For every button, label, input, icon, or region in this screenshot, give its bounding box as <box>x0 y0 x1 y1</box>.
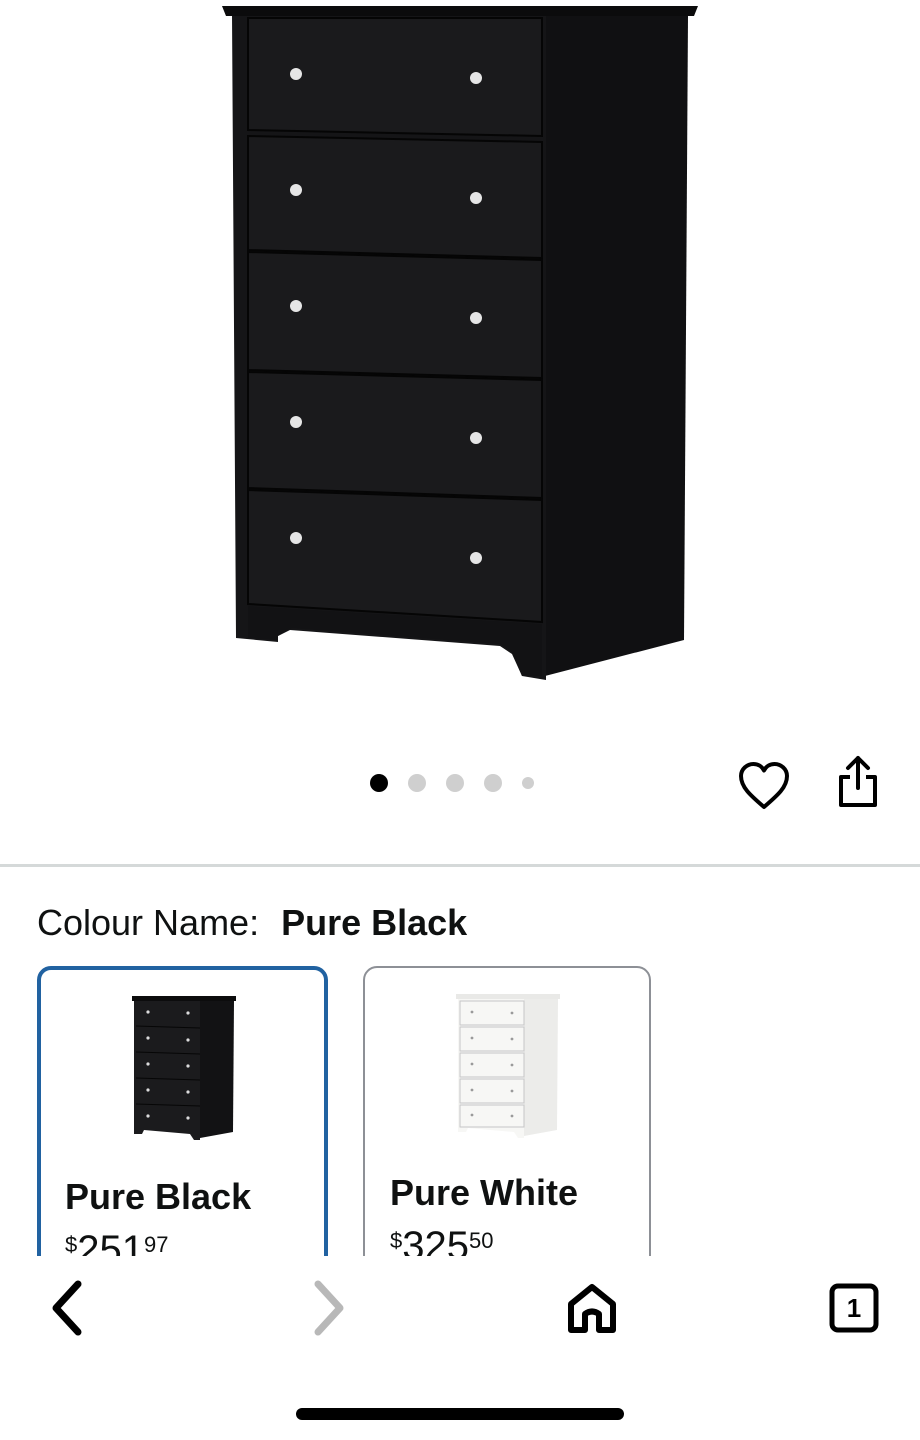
colour-name-label: Colour Name: <box>37 902 260 943</box>
chevron-left-icon <box>52 1280 82 1336</box>
share-icon <box>839 756 877 807</box>
swatch-name: Pure White <box>390 1172 579 1213</box>
carousel-dot[interactable] <box>408 774 426 792</box>
share-button[interactable] <box>828 752 888 812</box>
dresser-illustration <box>222 6 698 680</box>
dresser-thumbnail-black <box>131 996 236 1140</box>
price-fraction: 50 <box>469 1228 494 1253</box>
swatch-price: $25197 <box>65 1228 168 1256</box>
colour-swatch-list: Pure Black $25197 Pure White $32550 <box>0 960 920 1256</box>
swatch-thumbnail <box>365 992 649 1144</box>
wishlist-button[interactable] <box>734 756 794 816</box>
colour-name-value: Pure Black <box>281 902 468 943</box>
carousel-dot[interactable] <box>446 774 464 792</box>
heart-icon <box>739 762 789 809</box>
home-button[interactable] <box>552 1276 632 1340</box>
chevron-right-icon <box>314 1280 344 1336</box>
carousel-dot[interactable] <box>522 777 534 789</box>
price-fraction: 97 <box>144 1232 169 1256</box>
product-image[interactable] <box>0 0 920 760</box>
colour-name-row: Colour Name: Pure Black <box>37 901 467 945</box>
price-whole: 325 <box>402 1224 469 1256</box>
tabs-count: 1 <box>847 1293 861 1323</box>
price-currency: $ <box>390 1228 403 1253</box>
dresser-thumbnail-white <box>456 994 560 1138</box>
swatch-thumbnail <box>41 994 324 1146</box>
tabs-button[interactable]: 1 <box>814 1276 894 1340</box>
carousel-dot[interactable] <box>484 774 502 792</box>
tabs-icon: 1 <box>829 1283 879 1333</box>
swatch-price: $32550 <box>390 1224 493 1256</box>
carousel-dot[interactable] <box>370 774 388 792</box>
home-icon <box>568 1284 616 1333</box>
price-currency: $ <box>65 1232 78 1256</box>
carousel-indicator[interactable] <box>370 770 534 796</box>
price-whole: 251 <box>77 1228 144 1256</box>
home-indicator <box>296 1408 624 1420</box>
swatch-name: Pure Black <box>65 1176 252 1217</box>
swatch-pure-black[interactable]: Pure Black $25197 <box>37 966 328 1256</box>
swatch-pure-white[interactable]: Pure White $32550 <box>363 966 651 1256</box>
section-divider <box>0 864 920 867</box>
forward-button[interactable] <box>288 1276 368 1340</box>
back-button[interactable] <box>28 1276 108 1340</box>
